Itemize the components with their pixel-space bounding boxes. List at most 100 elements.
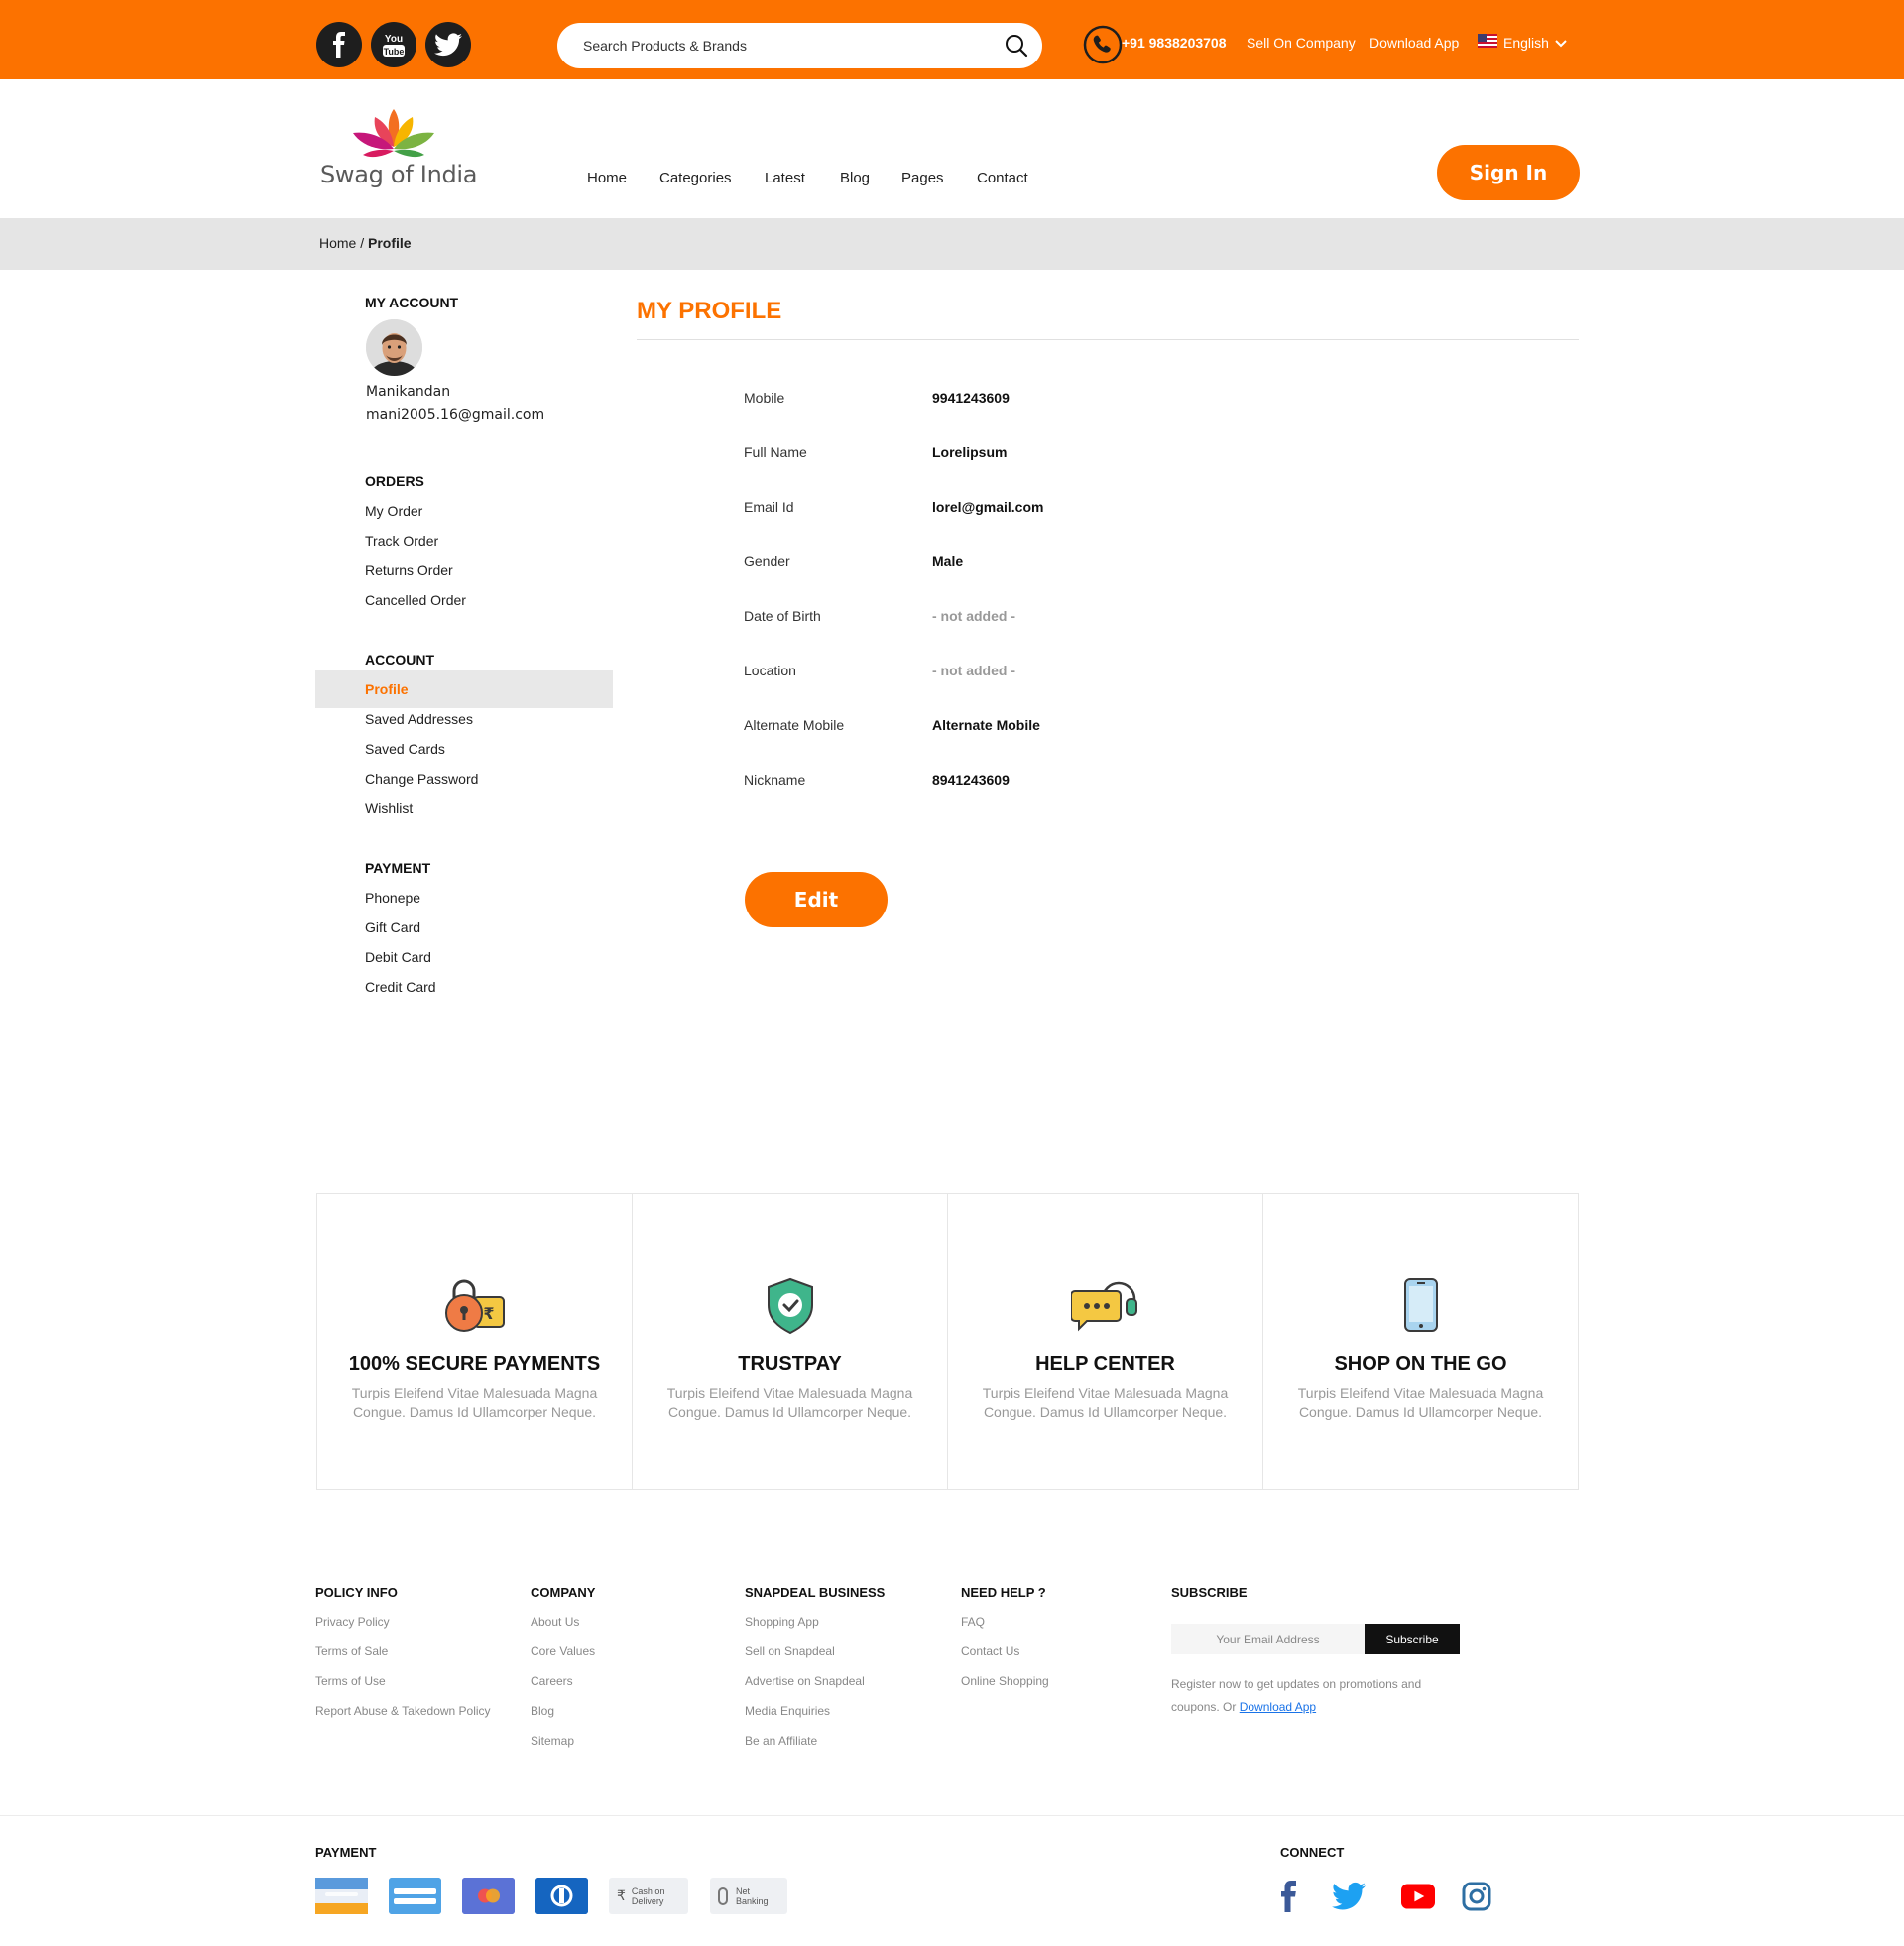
nav-latest[interactable]: Latest (765, 170, 805, 186)
sidebar-item-wishlist[interactable]: Wishlist (365, 800, 413, 816)
top-bar: You Tube +91 9838203708 Sell On Company D… (0, 0, 1904, 79)
divider (0, 1815, 1904, 1816)
svg-text:Tube: Tube (384, 47, 405, 57)
footer-link[interactable]: Sell on Snapdeal (745, 1644, 835, 1658)
sidebar-item-phonepe[interactable]: Phonepe (365, 890, 420, 906)
sidebar-active-highlight (315, 670, 613, 708)
footer-connect-heading: CONNECT (1280, 1845, 1345, 1860)
footer-policy-heading: POLICY INFO (315, 1585, 398, 1600)
card-icon (389, 1878, 441, 1914)
twitter-icon[interactable] (1332, 1880, 1366, 1913)
phone-number[interactable]: +91 9838203708 (1122, 35, 1227, 51)
field-value-dob: - not added - (932, 608, 1015, 624)
feature-description: Turpis Eleifend Vitae Malesuada Magna Co… (351, 1385, 598, 1420)
net-banking-label: Net Banking (736, 1885, 769, 1906)
page-title: MY PROFILE (637, 298, 782, 324)
phone-icon[interactable] (1083, 25, 1123, 64)
chevron-down-icon (1555, 35, 1567, 51)
nav-home[interactable]: Home (587, 170, 627, 186)
sidebar-item-gift-card[interactable]: Gift Card (365, 919, 420, 935)
field-value-full-name: Lorelipsum (932, 444, 1008, 460)
footer-payment-heading: PAYMENT (315, 1845, 377, 1860)
field-label-full-name: Full Name (744, 444, 807, 460)
sidebar-item-returns-order[interactable]: Returns Order (365, 562, 453, 578)
edit-button[interactable]: Edit (745, 872, 888, 927)
sidebar-item-saved-addresses[interactable]: Saved Addresses (365, 711, 473, 727)
sidebar-item-profile[interactable]: Profile (365, 681, 409, 697)
footer-link[interactable]: Core Values (531, 1644, 595, 1658)
footer-link[interactable]: Shopping App (745, 1615, 819, 1629)
sidebar-item-saved-cards[interactable]: Saved Cards (365, 741, 445, 757)
nav-contact[interactable]: Contact (977, 170, 1028, 186)
footer-link[interactable]: Online Shopping (961, 1674, 1049, 1688)
footer-link[interactable]: Contact Us (961, 1644, 1019, 1658)
card-icon (315, 1878, 368, 1914)
field-label-location: Location (744, 663, 796, 678)
my-account-heading: MY ACCOUNT (365, 295, 459, 310)
facebook-icon[interactable] (1272, 1880, 1306, 1913)
nav-categories[interactable]: Categories (659, 170, 732, 186)
field-label-nickname: Nickname (744, 772, 806, 788)
sidebar-item-debit-card[interactable]: Debit Card (365, 949, 431, 965)
sidebar-item-change-password[interactable]: Change Password (365, 771, 478, 787)
features-strip: ₹ 100% SECURE PAYMENTS Turpis Eleifend V… (316, 1193, 1579, 1490)
avatar[interactable] (366, 319, 422, 376)
subscribe-note: Register now to get updates on promotion… (1171, 1673, 1469, 1719)
footer-help-heading: NEED HELP ? (961, 1585, 1046, 1600)
search-icon[interactable] (1005, 34, 1028, 62)
sign-in-button[interactable]: Sign In (1437, 145, 1580, 200)
footer-link[interactable]: Be an Affiliate (745, 1734, 817, 1748)
feature-title: TRUSTPAY (738, 1353, 842, 1375)
subscribe-email-input[interactable] (1171, 1624, 1365, 1654)
download-app-link[interactable]: Download App (1369, 35, 1459, 51)
mobile-phone-icon (1386, 1276, 1456, 1335)
footer-link[interactable]: Media Enquiries (745, 1704, 830, 1718)
search-bar (557, 23, 1042, 68)
footer-link[interactable]: Advertise on Snapdeal (745, 1674, 865, 1688)
breadcrumb-current: Profile (368, 235, 412, 251)
footer-link[interactable]: Careers (531, 1674, 573, 1688)
footer-link[interactable]: Sitemap (531, 1734, 574, 1748)
twitter-icon[interactable] (425, 22, 471, 67)
footer-subscribe-heading: SUBSCRIBE (1171, 1585, 1248, 1600)
breadcrumb-home[interactable]: Home / (319, 235, 364, 251)
footer-business-heading: SNAPDEAL BUSINESS (745, 1585, 886, 1600)
sidebar-item-track-order[interactable]: Track Order (365, 533, 438, 548)
nav-pages[interactable]: Pages (901, 170, 944, 186)
youtube-icon[interactable] (1401, 1880, 1435, 1913)
footer-link[interactable]: Terms of Sale (315, 1644, 388, 1658)
footer-link[interactable]: About Us (531, 1615, 579, 1629)
youtube-icon[interactable]: You Tube (371, 22, 416, 67)
facebook-icon[interactable] (316, 22, 362, 67)
download-app-footer-link[interactable]: Download App (1240, 1700, 1316, 1714)
footer-link[interactable]: Report Abuse & Takedown Policy (315, 1704, 491, 1718)
feature-trustpay: TRUSTPAY Turpis Eleifend Vitae Malesuada… (633, 1194, 948, 1489)
field-label-gender: Gender (744, 553, 790, 569)
field-value-email: lorel@gmail.com (932, 499, 1044, 515)
instagram-icon[interactable] (1460, 1880, 1493, 1913)
feature-title: SHOP ON THE GO (1334, 1353, 1507, 1375)
footer-link[interactable]: Privacy Policy (315, 1615, 390, 1629)
feature-title: 100% SECURE PAYMENTS (348, 1353, 601, 1375)
mastercard-icon (462, 1878, 515, 1914)
footer-company-heading: COMPANY (531, 1585, 596, 1600)
field-label-mobile: Mobile (744, 390, 785, 406)
subscribe-button[interactable]: Subscribe (1365, 1624, 1460, 1654)
field-label-alternate-mobile: Alternate Mobile (744, 717, 845, 733)
field-label-email: Email Id (744, 499, 794, 515)
footer-link[interactable]: Terms of Use (315, 1674, 386, 1688)
sidebar-item-credit-card[interactable]: Credit Card (365, 979, 436, 995)
diners-icon (536, 1878, 588, 1914)
rupee-icon: ₹ (617, 1887, 626, 1903)
sell-on-company-link[interactable]: Sell On Company (1247, 35, 1356, 51)
sidebar-item-my-order[interactable]: My Order (365, 503, 422, 519)
footer-link[interactable]: Blog (531, 1704, 554, 1718)
nav-blog[interactable]: Blog (840, 170, 870, 186)
feature-secure-payments: ₹ 100% SECURE PAYMENTS Turpis Eleifend V… (317, 1194, 633, 1489)
footer-link[interactable]: FAQ (961, 1615, 985, 1629)
field-value-alternate-mobile: Alternate Mobile (932, 717, 1040, 733)
language-selector[interactable]: English (1478, 34, 1567, 51)
search-input[interactable] (583, 23, 980, 68)
sidebar-item-cancelled-order[interactable]: Cancelled Order (365, 592, 466, 608)
cash-on-delivery-label: Cash on Delivery (631, 1885, 665, 1906)
